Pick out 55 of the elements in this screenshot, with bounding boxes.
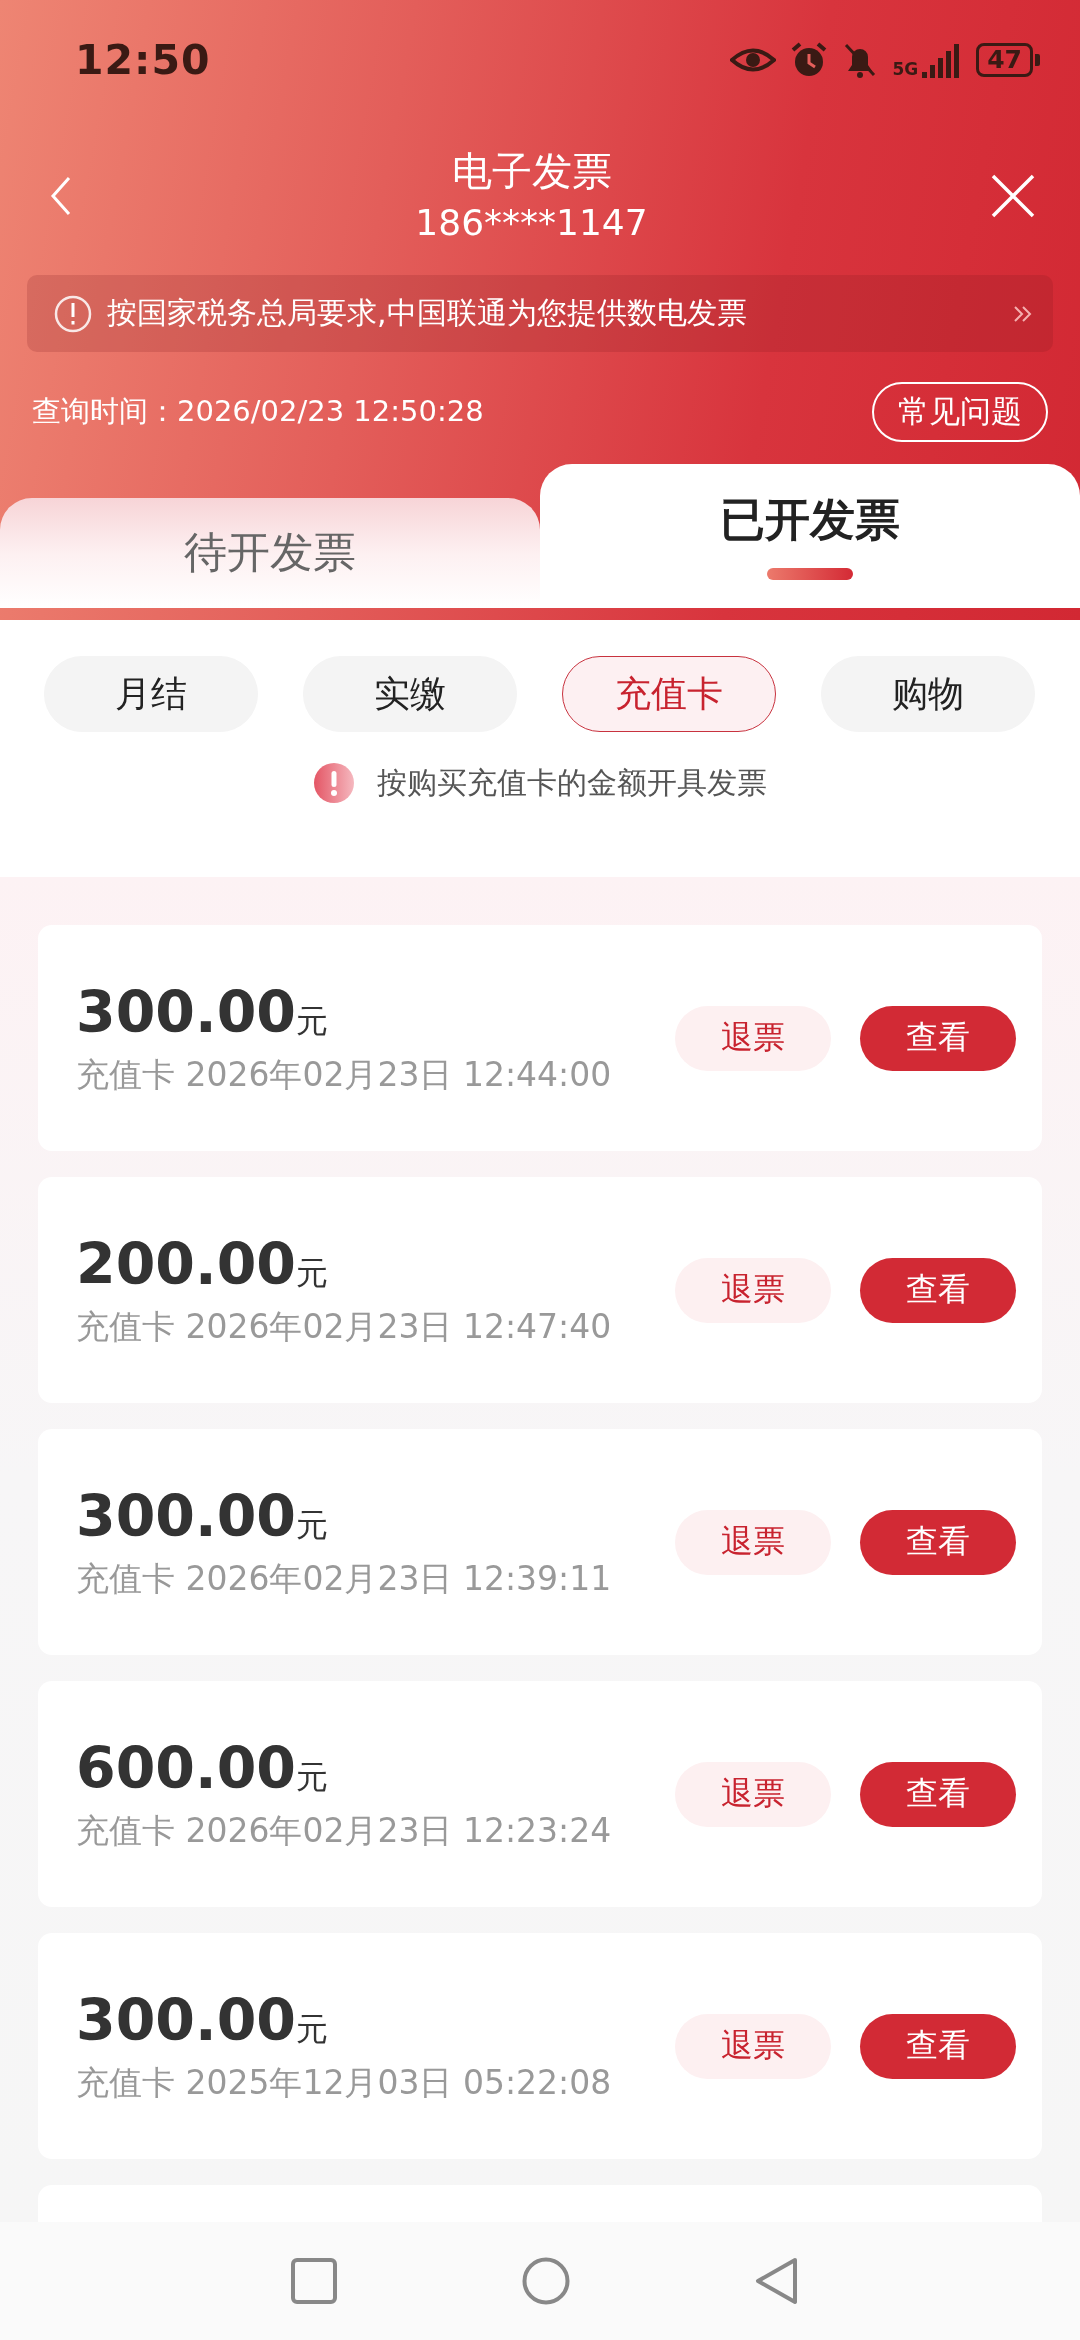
invoice-card[interactable]: 200.00元 充值卡 2026年02月23日 12:47:40 退票 查看 [38, 1177, 1042, 1403]
invoice-card[interactable]: 300.00元 充值卡 2026年02月23日 12:39:11 退票 查看 [38, 1429, 1042, 1655]
battery-cap [1035, 54, 1040, 66]
query-time: 查询时间：2026/02/23 12:50:28 [32, 393, 485, 430]
invoice-card[interactable]: 300.00元 充值卡 2026年02月23日 12:44:00 退票 查看 [38, 925, 1042, 1151]
tab[interactable]: 已开发票 [540, 464, 1080, 608]
invoice-amount: 300.00 [76, 1482, 296, 1549]
filter-chip[interactable]: 充值卡 [562, 656, 776, 732]
back-icon[interactable] [50, 176, 72, 216]
phone-number: 186****1147 [415, 201, 648, 245]
tab[interactable]: 待开发票 [0, 498, 540, 608]
view-button[interactable]: 查看 [860, 1005, 1016, 1071]
faq-button[interactable]: 常见问题 [872, 382, 1048, 442]
invoice-amount: 300.00 [76, 978, 296, 1045]
invoice-date: 充值卡 2026年02月23日 12:47:40 [76, 1305, 613, 1348]
refund-button[interactable]: 退票 [675, 1257, 831, 1323]
currency-unit: 元 [295, 2008, 328, 2050]
recents-icon[interactable] [291, 2258, 337, 2304]
invoice-card[interactable]: 300.00元 充值卡 2025年12月03日 05:22:08 退票 查看 [38, 1933, 1042, 2159]
invoice-amount: 600.00 [76, 1734, 296, 1801]
currency-unit: 元 [295, 1756, 328, 1798]
currency-unit: 元 [295, 1000, 328, 1042]
view-button[interactable]: 查看 [860, 1509, 1016, 1575]
filter-chip[interactable]: 实缴 [303, 656, 517, 732]
info-icon [53, 293, 93, 334]
refund-button[interactable]: 退票 [675, 2013, 831, 2079]
hint-text: 按购买充值卡的金额开具发票 [377, 763, 767, 802]
alarm-icon [790, 41, 829, 79]
close-icon[interactable] [991, 174, 1035, 218]
invoice-amount: 300.00 [76, 1986, 296, 2053]
view-button[interactable]: 查看 [860, 1761, 1016, 1827]
refund-button[interactable]: 退票 [675, 1509, 831, 1575]
currency-unit: 元 [295, 1252, 328, 1294]
invoice-date: 充值卡 2026年02月23日 12:44:00 [76, 1053, 613, 1096]
back-nav-icon[interactable] [755, 2257, 799, 2305]
view-button[interactable]: 查看 [860, 1257, 1016, 1323]
invoice-date: 充值卡 2026年02月23日 12:39:11 [76, 1557, 613, 1600]
alert-icon [313, 762, 355, 804]
invoice-date: 充值卡 2026年02月23日 12:23:24 [76, 1809, 613, 1852]
battery-level: 47 [976, 43, 1033, 77]
eye-icon [730, 45, 777, 75]
invoice-card[interactable]: 600.00元 充值卡 2026年02月23日 12:23:24 退票 查看 [38, 1681, 1042, 1907]
network-label: 5G [892, 61, 919, 78]
home-icon[interactable] [522, 2257, 570, 2305]
clock: 12:50 [75, 36, 212, 84]
double-chevron-icon[interactable] [1013, 304, 1033, 323]
filter-chip[interactable]: 月结 [44, 656, 258, 732]
invoice-date: 充值卡 2025年12月03日 05:22:08 [76, 2061, 613, 2104]
invoice-amount: 200.00 [76, 1230, 296, 1297]
currency-unit: 元 [295, 1504, 328, 1546]
page-title: 电子发票 [451, 147, 612, 195]
filter-chip[interactable]: 购物 [821, 656, 1035, 732]
refund-button[interactable]: 退票 [675, 1761, 831, 1827]
view-button[interactable]: 查看 [860, 2013, 1016, 2079]
refund-button[interactable]: 退票 [675, 1005, 831, 1071]
